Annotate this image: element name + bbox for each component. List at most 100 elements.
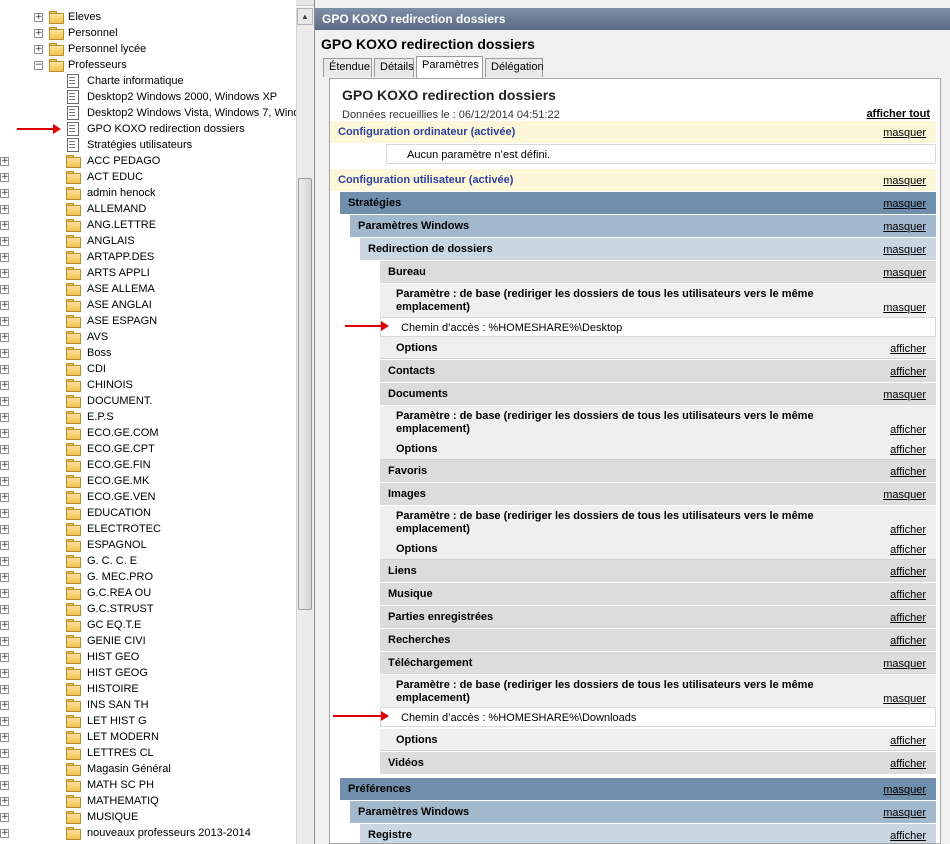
expand-toggle-icon[interactable]: +: [0, 157, 9, 166]
tree-item[interactable]: + ECO.GE.MK: [0, 473, 296, 489]
tree-item[interactable]: + LET MODERN: [0, 729, 296, 745]
expand-toggle-icon[interactable]: +: [0, 381, 9, 390]
tree-item[interactable]: + EDUCATION: [0, 505, 296, 521]
expand-toggle-icon[interactable]: +: [0, 717, 9, 726]
hide-link[interactable]: masquer: [883, 485, 926, 505]
scroll-up-button[interactable]: ▲: [297, 8, 313, 25]
show-link[interactable]: afficher: [890, 731, 926, 751]
scrollbar-thumb[interactable]: [298, 178, 312, 610]
expand-toggle-icon[interactable]: +: [0, 397, 9, 406]
tree-item[interactable]: + GC EQ.T.E: [0, 617, 296, 633]
tree-item[interactable]: + G. C. C. E: [0, 553, 296, 569]
tree-item[interactable]: + ASE ANGLAI: [0, 297, 296, 313]
tree-item[interactable]: + ALLEMAND: [0, 201, 296, 217]
expand-toggle-icon[interactable]: +: [0, 733, 9, 742]
expand-toggle-icon[interactable]: +: [0, 797, 9, 806]
expand-toggle-icon[interactable]: +: [0, 701, 9, 710]
tree-item[interactable]: + CHINOIS: [0, 377, 296, 393]
hide-link[interactable]: masquer: [883, 240, 926, 260]
expand-toggle-icon[interactable]: +: [0, 493, 9, 502]
tree-item[interactable]: + ACC PEDAGO: [0, 153, 296, 169]
tab-1[interactable]: Détails: [374, 58, 414, 77]
tree-item[interactable]: + Eleves: [0, 9, 296, 25]
show-link[interactable]: afficher: [890, 608, 926, 628]
tree-item[interactable]: + INS SAN TH: [0, 697, 296, 713]
tree-item[interactable]: + DOCUMENT.: [0, 393, 296, 409]
expand-toggle-icon[interactable]: +: [0, 269, 9, 278]
expand-toggle-icon[interactable]: +: [0, 573, 9, 582]
tree-item[interactable]: − Professeurs: [0, 57, 296, 73]
expand-toggle-icon[interactable]: +: [0, 253, 9, 262]
show-link[interactable]: afficher: [890, 339, 926, 359]
hide-link[interactable]: masquer: [883, 171, 926, 191]
tree-item[interactable]: + MUSIQUE: [0, 809, 296, 825]
tree-item[interactable]: + CDI: [0, 361, 296, 377]
expand-toggle-icon[interactable]: +: [34, 29, 43, 38]
tree-item[interactable]: + Personnel lycée: [0, 41, 296, 57]
ou-tree[interactable]: + Eleves + Personnel + Personnel lycée − Profes…: [0, 0, 296, 844]
expand-toggle-icon[interactable]: +: [0, 349, 9, 358]
show-link[interactable]: afficher: [890, 524, 926, 537]
expand-toggle-icon[interactable]: +: [0, 749, 9, 758]
tree-item[interactable]: Desktop2 Windows 2000, Windows XP: [0, 89, 296, 105]
tree-item[interactable]: + LET HIST G: [0, 713, 296, 729]
tree-item[interactable]: + ECO.GE.CPT: [0, 441, 296, 457]
expand-toggle-icon[interactable]: +: [0, 317, 9, 326]
expand-toggle-icon[interactable]: +: [0, 509, 9, 518]
tree-scrollbar[interactable]: ▲: [296, 8, 313, 844]
expand-toggle-icon[interactable]: +: [0, 813, 9, 822]
expand-toggle-icon[interactable]: +: [0, 237, 9, 246]
tree-item[interactable]: + Magasin Général: [0, 761, 296, 777]
expand-toggle-icon[interactable]: +: [0, 221, 9, 230]
tree-item[interactable]: + LETTRES CL: [0, 745, 296, 761]
tree-item[interactable]: + ACT EDUC: [0, 169, 296, 185]
hide-link[interactable]: masquer: [883, 302, 926, 315]
tree-item[interactable]: + ANGLAIS: [0, 233, 296, 249]
expand-toggle-icon[interactable]: +: [0, 557, 9, 566]
tab-0[interactable]: Étendue: [323, 58, 372, 77]
tree-item[interactable]: + E.P.S: [0, 409, 296, 425]
expand-toggle-icon[interactable]: +: [0, 589, 9, 598]
tree-item[interactable]: + ECO.GE.COM: [0, 425, 296, 441]
expand-toggle-icon[interactable]: +: [0, 445, 9, 454]
expand-toggle-icon[interactable]: +: [34, 45, 43, 54]
tree-item[interactable]: + AVS: [0, 329, 296, 345]
expand-toggle-icon[interactable]: +: [0, 781, 9, 790]
tree-item[interactable]: + ANG.LETTRE: [0, 217, 296, 233]
hide-link[interactable]: masquer: [883, 123, 926, 143]
tree-item[interactable]: Desktop2 Windows Vista, Windows 7, Wind: [0, 105, 296, 121]
show-link[interactable]: afficher: [890, 540, 926, 560]
tree-item[interactable]: + G.C.REA OU: [0, 585, 296, 601]
tree-item[interactable]: Charte informatique: [0, 73, 296, 89]
show-link[interactable]: afficher: [890, 562, 926, 582]
expand-toggle-icon[interactable]: +: [0, 605, 9, 614]
expand-toggle-icon[interactable]: +: [0, 669, 9, 678]
hide-link[interactable]: masquer: [883, 693, 926, 706]
hide-link[interactable]: masquer: [883, 263, 926, 283]
expand-toggle-icon[interactable]: +: [0, 189, 9, 198]
show-link[interactable]: afficher: [890, 754, 926, 774]
hide-link[interactable]: masquer: [883, 654, 926, 674]
expand-toggle-icon[interactable]: +: [0, 461, 9, 470]
tree-item[interactable]: + G.C.STRUST: [0, 601, 296, 617]
hide-link[interactable]: masquer: [883, 780, 926, 800]
tree-item[interactable]: + ARTAPP.DES: [0, 249, 296, 265]
tab-3[interactable]: Délégation: [485, 58, 544, 77]
expand-toggle-icon[interactable]: +: [0, 365, 9, 374]
expand-toggle-icon[interactable]: +: [0, 541, 9, 550]
show-link[interactable]: afficher: [890, 585, 926, 605]
tab-2[interactable]: Paramètres: [416, 56, 483, 78]
expand-toggle-icon[interactable]: +: [0, 301, 9, 310]
tree-item[interactable]: + ASE ALLEMA: [0, 281, 296, 297]
tree-item[interactable]: + ECO.GE.FIN: [0, 457, 296, 473]
tree-item[interactable]: + ARTS APPLI: [0, 265, 296, 281]
expand-toggle-icon[interactable]: +: [0, 285, 9, 294]
show-link[interactable]: afficher: [890, 440, 926, 460]
expand-toggle-icon[interactable]: +: [0, 429, 9, 438]
expand-toggle-icon[interactable]: +: [34, 13, 43, 22]
tree-item[interactable]: Stratégies utilisateurs: [0, 137, 296, 153]
expand-toggle-icon[interactable]: +: [0, 621, 9, 630]
tree-item[interactable]: + admin henock: [0, 185, 296, 201]
expand-toggle-icon[interactable]: +: [0, 477, 9, 486]
tree-item[interactable]: + HIST GEOG: [0, 665, 296, 681]
